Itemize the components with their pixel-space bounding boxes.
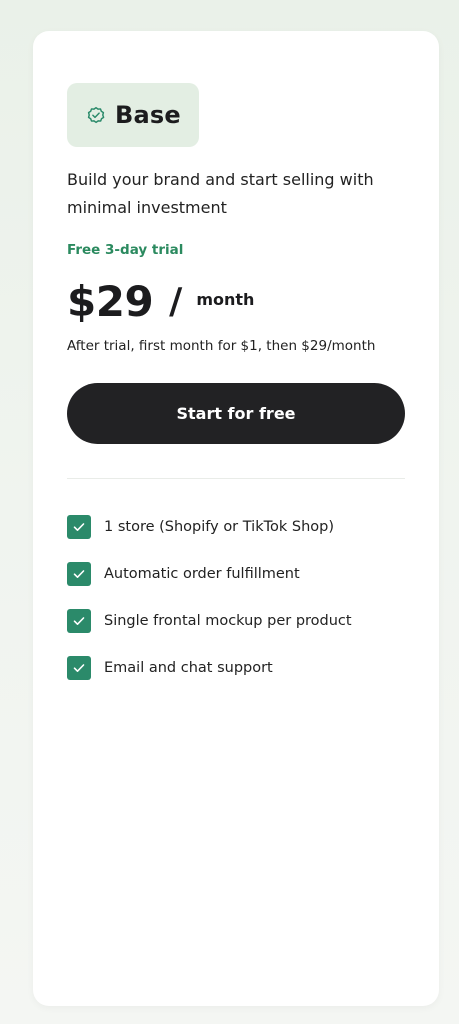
price-row: $29 / month <box>67 276 405 326</box>
pricing-card: Base Build your brand and start selling … <box>33 31 439 1006</box>
plan-badge: Base <box>67 83 199 147</box>
check-icon <box>67 655 91 680</box>
feature-text: Single frontal mockup per product <box>104 612 352 629</box>
plan-description: Build your brand and start selling with … <box>67 170 374 217</box>
feature-item: Email and chat support <box>67 655 405 680</box>
check-icon <box>67 561 91 586</box>
price-amount: $29 <box>67 276 154 326</box>
verified-badge-icon <box>85 104 107 126</box>
divider <box>67 478 405 479</box>
feature-list: 1 store (Shopify or TikTok Shop) Automat… <box>67 514 405 680</box>
price-period: month <box>196 289 255 309</box>
after-trial-note: After trial, first month for $1, then $2… <box>67 338 376 354</box>
feature-item: Automatic order fulfillment <box>67 561 405 586</box>
check-icon <box>67 608 91 633</box>
feature-text: Automatic order fulfillment <box>104 565 300 582</box>
check-icon <box>67 514 91 539</box>
feature-text: 1 store (Shopify or TikTok Shop) <box>104 518 334 535</box>
start-for-free-button[interactable]: Start for free <box>67 383 405 444</box>
feature-text: Email and chat support <box>104 659 273 676</box>
trial-label: Free 3-day trial <box>67 242 184 258</box>
feature-item: Single frontal mockup per product <box>67 608 405 633</box>
price-separator: / <box>169 280 183 322</box>
feature-item: 1 store (Shopify or TikTok Shop) <box>67 514 405 539</box>
plan-name: Base <box>115 101 181 129</box>
